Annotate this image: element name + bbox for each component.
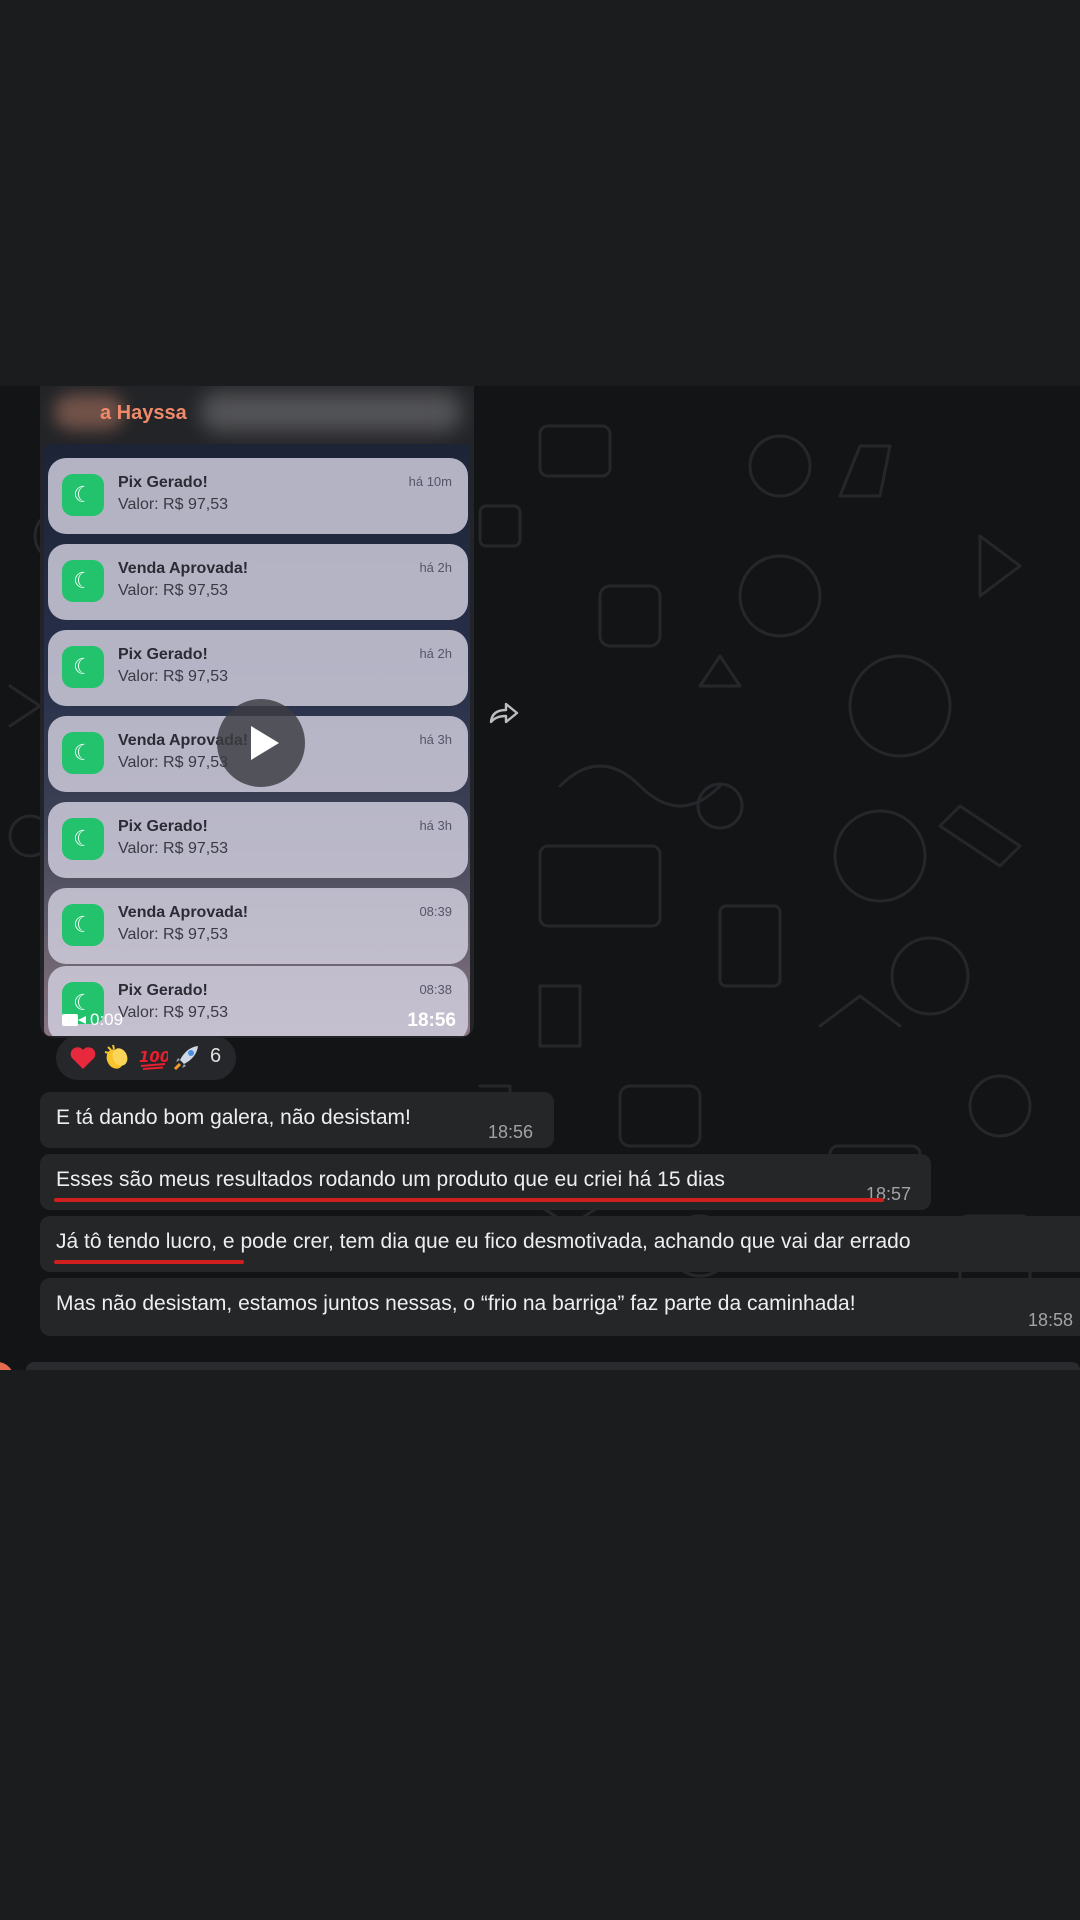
- notification-time: 08:38: [419, 982, 452, 997]
- highlight-underline: [54, 1198, 884, 1202]
- notification-title: Pix Gerado!: [118, 818, 208, 835]
- notification-value: Valor: R$ 97,53: [118, 840, 228, 857]
- heart-icon: [70, 1047, 96, 1069]
- chat-area: a Hayssa ☾ Pix Gerado! Valor: R$ 97,53 h…: [0, 386, 1080, 1370]
- notification-time: há 2h: [419, 560, 452, 575]
- notification-time: há 3h: [419, 818, 452, 833]
- notification-value: Valor: R$ 97,53: [118, 496, 228, 513]
- notification-time: 08:39: [419, 904, 452, 919]
- notification-time: há 3h: [419, 732, 452, 747]
- notification-time: há 10m: [408, 474, 452, 489]
- payment-app-icon: ☾: [62, 732, 104, 774]
- rocket-icon: [173, 1046, 198, 1071]
- video-thumbnail[interactable]: ☾ Pix Gerado! Valor: R$ 97,53 há 10m ☾ V…: [44, 444, 470, 1036]
- play-icon: [251, 726, 279, 760]
- message-time: 18:58: [1028, 1310, 1074, 1330]
- message-text: Esses são meus resultados rodando um pro…: [56, 1168, 725, 1191]
- message-time: 18:56: [407, 1010, 456, 1031]
- payment-app-icon: ☾: [62, 474, 104, 516]
- redaction-blur: [200, 392, 462, 432]
- next-message-edge: [26, 1362, 1080, 1370]
- message-bubble[interactable]: Mas não desistam, estamos juntos nessas,…: [40, 1278, 1080, 1336]
- notification-title: Pix Gerado!: [118, 474, 208, 491]
- notification-title: Pix Gerado!: [118, 646, 208, 663]
- message-time: 18:56: [488, 1122, 534, 1142]
- notification-card: ☾ Pix Gerado! Valor: R$ 97,53 há 3h: [48, 802, 468, 878]
- notification-value: Valor: R$ 97,53: [118, 926, 228, 943]
- notification-value: Valor: R$ 97,53: [118, 1004, 228, 1021]
- notification-title: Pix Gerado!: [118, 982, 208, 999]
- message-bubble[interactable]: E tá dando bom galera, não desistam! 18:…: [40, 1092, 554, 1148]
- video-message[interactable]: a Hayssa ☾ Pix Gerado! Valor: R$ 97,53 h…: [40, 386, 474, 1038]
- notification-value: Valor: R$ 97,53: [118, 582, 228, 599]
- highlight-underline: [54, 1260, 244, 1264]
- notification-card: ☾ Venda Aprovada! Valor: R$ 97,53 há 2h: [48, 544, 468, 620]
- payment-app-icon: ☾: [62, 646, 104, 688]
- notification-title: Venda Aprovada!: [118, 560, 249, 577]
- sender-bar: a Hayssa: [40, 386, 474, 444]
- video-camera-icon: [62, 1014, 78, 1026]
- notification-card: ☾ Venda Aprovada! Valor: R$ 97,53 08:39: [48, 888, 468, 964]
- play-button[interactable]: [217, 699, 305, 787]
- message-text: E tá dando bom galera, não desistam!: [56, 1106, 411, 1129]
- payment-app-icon: ☾: [62, 818, 104, 860]
- message-text: Já tô tendo lucro, e pode crer, tem dia …: [56, 1230, 911, 1253]
- notification-title: Venda Aprovada!: [118, 904, 249, 921]
- notification-card: ☾ Pix Gerado! Valor: R$ 97,53 há 10m: [48, 458, 468, 534]
- notification-card: ☾ Pix Gerado! Valor: R$ 97,53 há 2h: [48, 630, 468, 706]
- sender-name[interactable]: a Hayssa: [100, 402, 187, 425]
- message-text: Mas não desistam, estamos juntos nessas,…: [56, 1292, 856, 1315]
- video-duration: 0:09: [90, 1010, 124, 1029]
- payment-app-icon: ☾: [62, 560, 104, 602]
- notification-value: Valor: R$ 97,53: [118, 668, 228, 685]
- message-bubble[interactable]: Já tô tendo lucro, e pode crer, tem dia …: [40, 1216, 1080, 1272]
- hundred-points-icon: 100: [139, 1048, 168, 1070]
- forward-icon[interactable]: [488, 700, 522, 726]
- notification-value: Valor: R$ 97,53: [118, 754, 228, 771]
- video-camera-lens-icon: [78, 1016, 86, 1024]
- reactions-bar[interactable]: 100 6: [56, 1036, 236, 1080]
- clapping-hands-icon: [104, 1044, 128, 1069]
- notification-time: há 2h: [419, 646, 452, 661]
- message-bubble[interactable]: Esses são meus resultados rodando um pro…: [40, 1154, 931, 1210]
- reaction-count: 6: [210, 1045, 222, 1067]
- payment-app-icon: ☾: [62, 904, 104, 946]
